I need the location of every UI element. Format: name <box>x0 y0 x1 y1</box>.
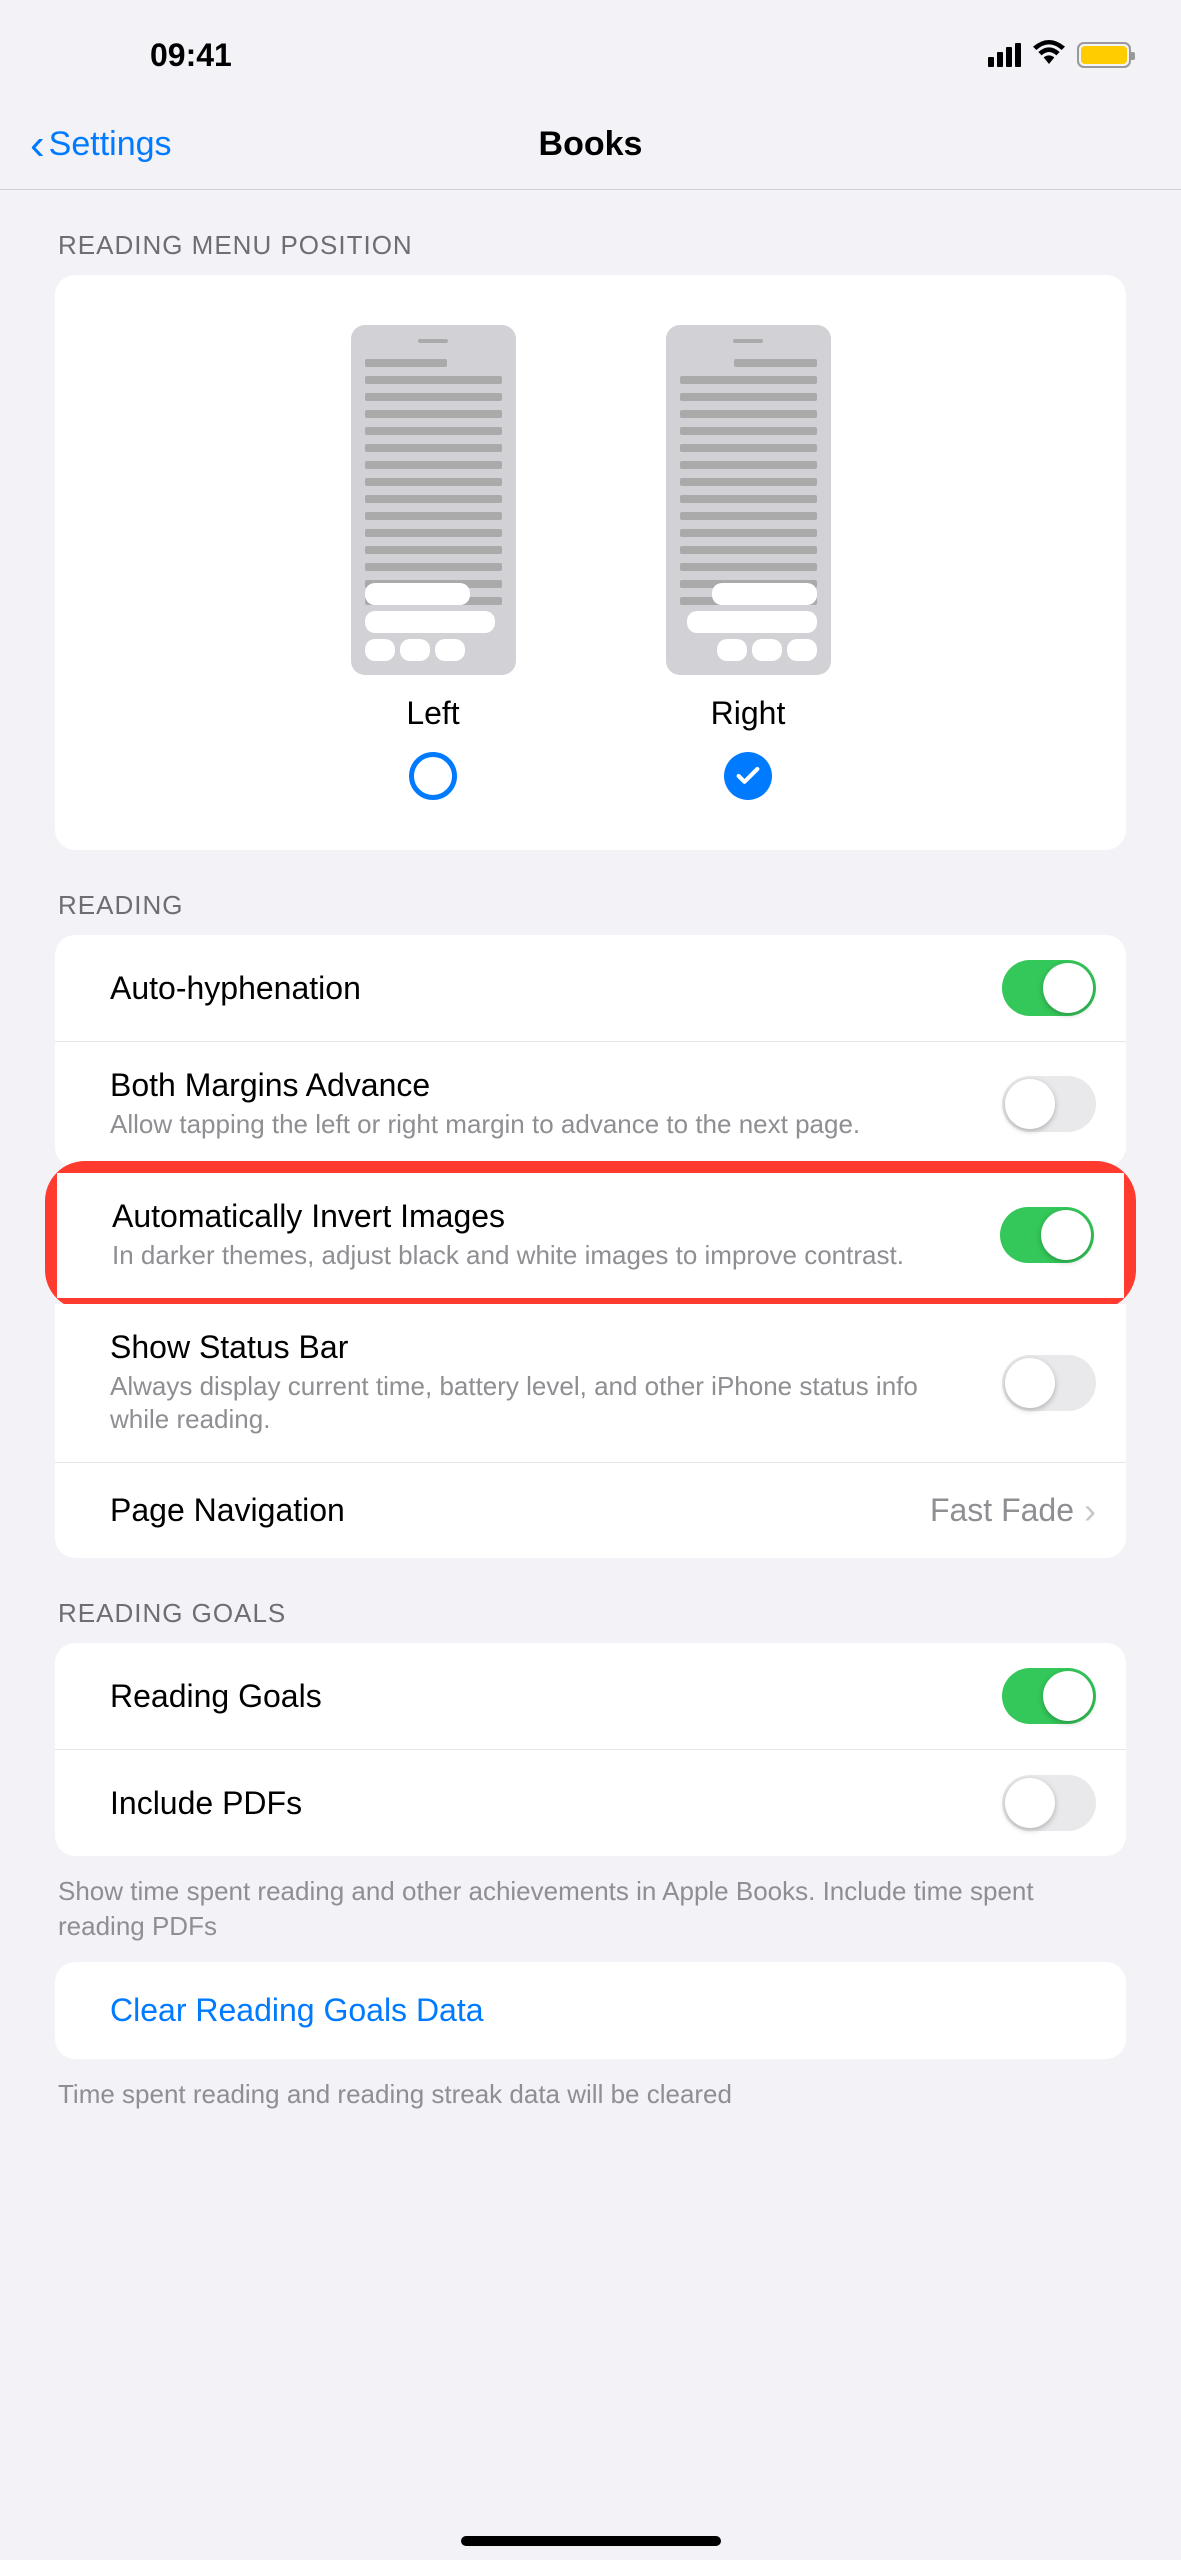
section-header-reading: READING <box>0 850 1181 935</box>
reading-group: Auto-hyphenation Both Margins Advance Al… <box>55 935 1126 1167</box>
row-both-margins: Both Margins Advance Allow tapping the l… <box>55 1042 1126 1167</box>
cellular-icon <box>988 43 1021 67</box>
radio-left[interactable] <box>409 752 457 800</box>
goals-footer: Show time spent reading and other achiev… <box>0 1856 1181 1962</box>
back-label: Settings <box>49 125 172 164</box>
status-bar-switch[interactable] <box>1002 1355 1096 1411</box>
menu-label-right: Right <box>711 695 786 732</box>
clear-footer: Time spent reading and reading streak da… <box>0 2059 1181 2130</box>
goals-group: Reading Goals Include PDFs <box>55 1643 1126 1856</box>
chevron-left-icon: ‹ <box>30 120 45 170</box>
battery-icon <box>1077 42 1131 68</box>
page-nav-title: Page Navigation <box>110 1492 910 1529</box>
section-header-menu-position: READING MENU POSITION <box>0 190 1181 275</box>
status-icons <box>988 39 1131 71</box>
nav-bar: ‹ Settings Books <box>0 100 1181 190</box>
reading-goals-title: Reading Goals <box>110 1678 982 1715</box>
status-time: 09:41 <box>150 37 232 74</box>
reading-menu-position-group: Left Right <box>55 275 1126 850</box>
chevron-right-icon: › <box>1084 1490 1096 1532</box>
reading-goals-switch[interactable] <box>1002 1668 1096 1724</box>
clear-group: Clear Reading Goals Data <box>55 1962 1126 2059</box>
menu-label-left: Left <box>406 695 459 732</box>
home-indicator[interactable] <box>461 2536 721 2546</box>
menu-option-right[interactable]: Right <box>666 325 831 800</box>
page-nav-value: Fast Fade <box>930 1492 1074 1529</box>
row-invert-images: Automatically Invert Images In darker th… <box>57 1173 1124 1298</box>
page-title: Books <box>539 125 643 164</box>
row-reading-goals: Reading Goals <box>55 1643 1126 1750</box>
auto-hyphen-switch[interactable] <box>1002 960 1096 1016</box>
invert-images-title: Automatically Invert Images <box>112 1198 980 1235</box>
row-status-bar: Show Status Bar Always display current t… <box>55 1304 1126 1464</box>
both-margins-title: Both Margins Advance <box>110 1067 982 1104</box>
auto-hyphen-title: Auto-hyphenation <box>110 970 982 1007</box>
include-pdfs-title: Include PDFs <box>110 1785 982 1822</box>
phone-mock-left <box>351 325 516 675</box>
row-include-pdfs: Include PDFs <box>55 1750 1126 1856</box>
status-bar: 09:41 <box>0 0 1181 100</box>
reading-group-2: Show Status Bar Always display current t… <box>55 1304 1126 1559</box>
invert-images-sub: In darker themes, adjust black and white… <box>112 1239 980 1273</box>
wifi-icon <box>1033 39 1065 71</box>
row-auto-hyphenation: Auto-hyphenation <box>55 935 1126 1042</box>
include-pdfs-switch[interactable] <box>1002 1775 1096 1831</box>
row-page-navigation[interactable]: Page Navigation Fast Fade › <box>55 1463 1126 1558</box>
back-button[interactable]: ‹ Settings <box>30 120 172 170</box>
invert-images-switch[interactable] <box>1000 1207 1094 1263</box>
clear-reading-goals-button[interactable]: Clear Reading Goals Data <box>55 1962 1126 2059</box>
section-header-goals: READING GOALS <box>0 1558 1181 1643</box>
phone-mock-right <box>666 325 831 675</box>
radio-right[interactable] <box>724 752 772 800</box>
status-bar-sub: Always display current time, battery lev… <box>110 1370 982 1438</box>
both-margins-sub: Allow tapping the left or right margin t… <box>110 1108 982 1142</box>
status-bar-title: Show Status Bar <box>110 1329 982 1366</box>
highlight-annotation: Automatically Invert Images In darker th… <box>45 1161 1136 1310</box>
both-margins-switch[interactable] <box>1002 1076 1096 1132</box>
menu-option-left[interactable]: Left <box>351 325 516 800</box>
